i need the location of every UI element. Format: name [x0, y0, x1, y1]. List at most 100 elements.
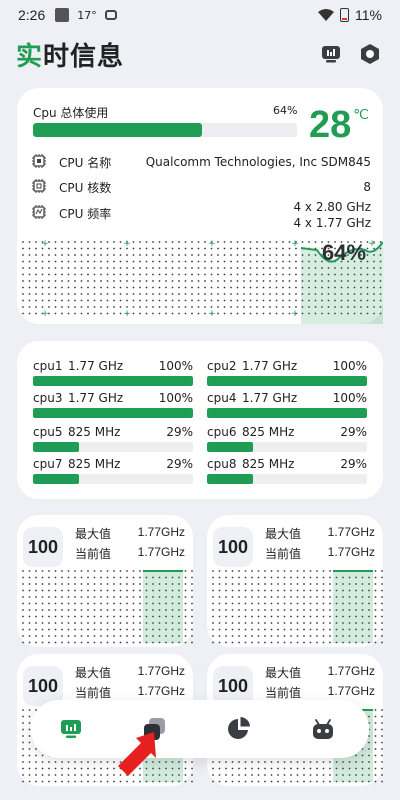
grid-dot — [74, 780, 76, 783]
grid-dot — [303, 570, 305, 572]
grid-dot — [296, 583, 299, 585]
cpu-usage-percent: 64% — [273, 104, 298, 117]
grid-dot — [113, 312, 115, 315]
grid-dot — [132, 280, 135, 282]
grid-dot — [113, 267, 115, 269]
grid-dot — [100, 609, 102, 611]
grid-dot — [223, 299, 226, 302]
grid-dot — [295, 273, 297, 276]
current-value: 1.77GHz — [327, 545, 375, 559]
grid-dot — [257, 589, 260, 592]
grid-dot — [231, 761, 234, 763]
grid-dot — [290, 628, 292, 631]
grid-dot — [191, 774, 193, 776]
grid-dot — [80, 576, 83, 579]
grid-dot — [197, 280, 200, 282]
grid-dot — [264, 609, 266, 611]
pie-chart-icon — [228, 717, 250, 739]
grid-dot — [48, 589, 50, 592]
grid-dot — [178, 241, 180, 243]
grid-dot — [119, 583, 122, 585]
grid-dot — [48, 306, 50, 308]
nav-statistics[interactable] — [223, 713, 255, 745]
grid-dot — [87, 641, 89, 644]
grid-dot — [87, 293, 89, 295]
grid-dot — [244, 635, 247, 637]
grid-dot — [381, 609, 383, 611]
grid-dot — [184, 306, 187, 308]
grid-dot — [80, 273, 83, 276]
grid-dot — [249, 247, 252, 250]
grid-dot — [171, 280, 174, 282]
current-value: 1.77GHz — [327, 684, 375, 698]
grid-plus-marker: + — [41, 239, 49, 249]
grid-dot — [126, 583, 128, 585]
grid-dot — [35, 767, 37, 770]
grid-dot — [48, 628, 50, 631]
grid-dot — [309, 615, 312, 618]
grid-dot — [275, 306, 278, 308]
grid-dot — [238, 589, 240, 592]
grid-dot — [80, 596, 83, 598]
grid-dot — [290, 774, 292, 776]
grid-dot — [100, 596, 102, 598]
nav-device[interactable] — [307, 713, 339, 745]
core-frequency: 1.77 GHz — [242, 359, 298, 373]
grid-dot — [67, 280, 70, 282]
grid-dot — [270, 622, 273, 624]
grid-dot — [113, 589, 115, 592]
grid-dot — [374, 748, 377, 750]
settings-button[interactable] — [357, 41, 383, 67]
grid-dot — [212, 589, 214, 592]
grid-dot — [28, 273, 31, 276]
grid-dot — [100, 615, 102, 618]
grid-dot — [231, 576, 234, 579]
monitor-button[interactable] — [318, 41, 344, 67]
grid-dot — [67, 241, 70, 243]
grid-dot — [316, 609, 318, 611]
grid-dot — [100, 254, 102, 256]
grid-dot — [41, 628, 44, 631]
grid-dot — [217, 241, 219, 243]
grid-dot — [35, 241, 37, 243]
grid-dot — [212, 615, 214, 618]
grid-plus-marker: + — [41, 309, 49, 319]
grid-dot — [212, 602, 214, 605]
grid-dot — [132, 293, 135, 295]
grid-plus-marker: + — [123, 239, 131, 249]
grid-dot — [48, 780, 50, 783]
grid-dot — [100, 273, 102, 276]
grid-dot — [236, 306, 239, 308]
grid-dot — [381, 780, 383, 783]
grid-dot — [249, 254, 252, 256]
grid-dot — [244, 641, 247, 644]
grid-dot — [178, 247, 180, 250]
cpu-core-icon — [32, 179, 46, 193]
grid-dot — [35, 780, 37, 783]
grid-dot — [283, 767, 286, 770]
grid-dot — [41, 635, 44, 637]
chip-icon — [32, 154, 46, 168]
nav-realtime[interactable] — [55, 713, 87, 745]
grid-dot — [80, 306, 83, 308]
grid-dot — [145, 306, 148, 308]
grid-dot — [87, 280, 89, 282]
grid-dot — [87, 267, 89, 269]
grid-dot — [269, 312, 271, 315]
grid-dot — [93, 628, 96, 631]
grid-dot — [217, 260, 219, 263]
grid-dot — [61, 570, 63, 572]
grid-dot — [191, 641, 193, 644]
grid-dot — [374, 615, 377, 618]
grid-dot — [67, 583, 70, 585]
grid-dot — [269, 293, 271, 295]
grid-dot — [80, 761, 83, 763]
grid-dot — [126, 280, 128, 282]
grid-dot — [309, 602, 312, 605]
grid-dot — [309, 780, 312, 783]
grid-dot — [283, 780, 286, 783]
core-usage-bar-fill — [207, 474, 254, 484]
grid-dot — [225, 602, 227, 605]
grid-dot — [67, 254, 70, 256]
battery-level: 11% — [355, 7, 382, 23]
